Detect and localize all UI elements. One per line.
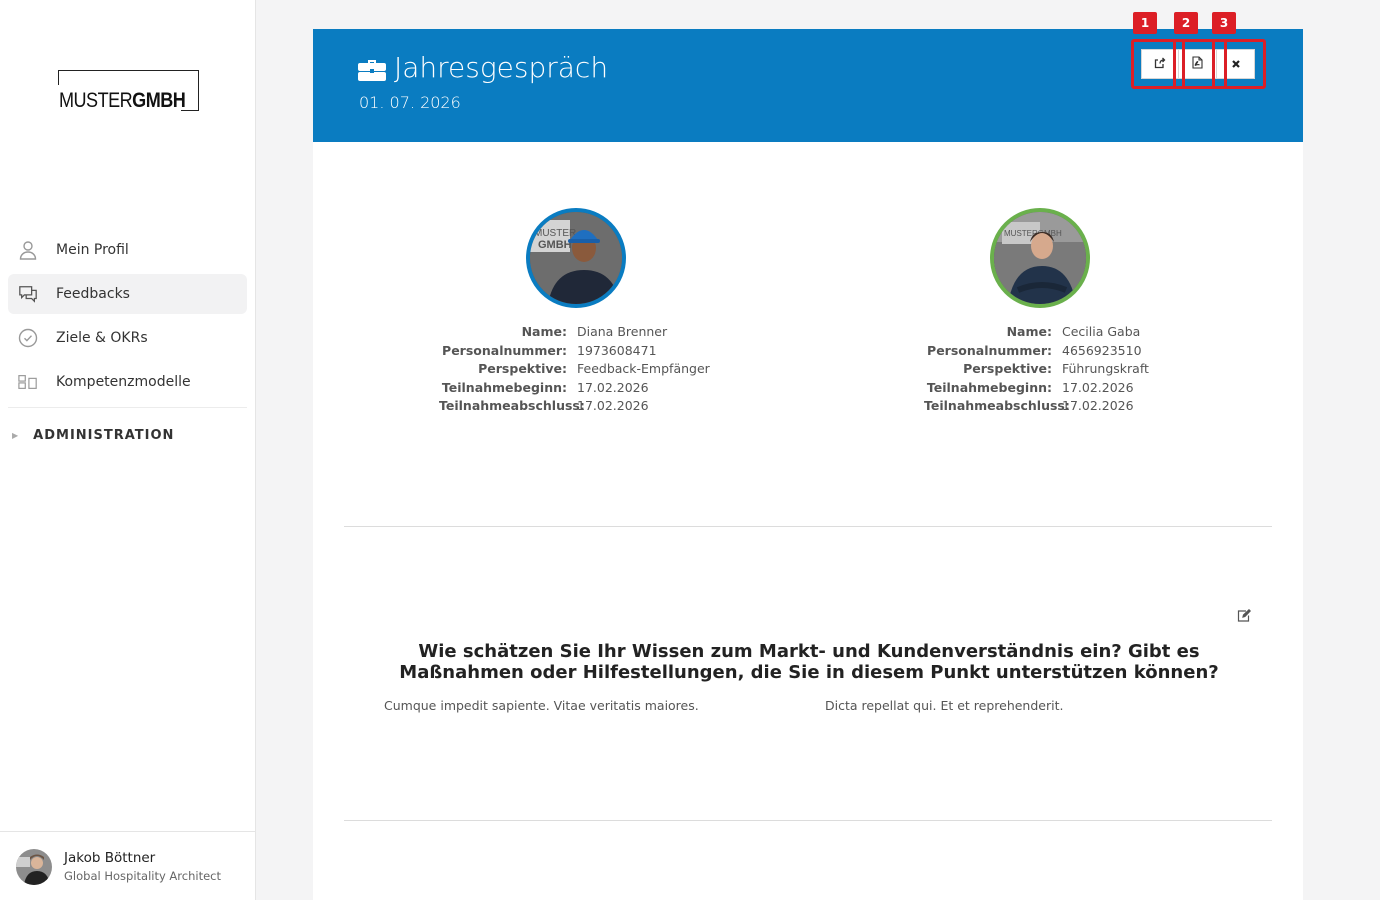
label-personnel-number: Personalnummer: bbox=[442, 342, 567, 358]
value-personnel-number: 4656923510 bbox=[1062, 342, 1142, 358]
administration-section-toggle[interactable]: ▶ ADMINISTRATION bbox=[12, 428, 174, 443]
chat-icon bbox=[18, 284, 38, 304]
value-perspective: Führungskraft bbox=[1062, 361, 1149, 376]
participant-info-left: Name: Diana Brenner Personalnummer: 197360… bbox=[439, 323, 710, 416]
svg-text:MUSTER: MUSTER bbox=[534, 228, 576, 239]
label-personnel-number: Personalnummer: bbox=[927, 342, 1052, 358]
company-logo[interactable]: MUSTERGMBH bbox=[58, 70, 200, 112]
value-end: 17.02.2026 bbox=[1062, 398, 1134, 413]
nav-item-label: Feedbacks bbox=[56, 286, 130, 302]
grid-icon bbox=[18, 372, 38, 392]
annotation-badge-2: 2 bbox=[1174, 12, 1198, 34]
svg-text:GMBH: GMBH bbox=[538, 239, 572, 251]
value-start: 17.02.2026 bbox=[1062, 379, 1134, 395]
nav-item-kompetenzmodelle[interactable]: Kompetenzmodelle bbox=[8, 362, 247, 402]
nav-item-label: Kompetenzmodelle bbox=[56, 374, 191, 390]
label-end: Teilnahmeabschluss: bbox=[924, 398, 1070, 413]
main-nav: Mein Profil Feedbacks Ziele & OKRs Kompe… bbox=[8, 230, 247, 406]
nav-item-ziele-okrs[interactable]: Ziele & OKRs bbox=[8, 318, 247, 358]
meeting-date: 01. 07. 2026 bbox=[359, 93, 461, 112]
highlight-box-3 bbox=[1212, 39, 1266, 89]
label-perspective: Perspektive: bbox=[963, 361, 1052, 376]
user-role: Global Hospitality Architect bbox=[64, 869, 221, 883]
value-end: 17.02.2026 bbox=[577, 398, 649, 413]
value-name: Cecilia Gaba bbox=[1062, 324, 1141, 339]
avatar bbox=[16, 849, 52, 885]
value-start: 17.02.2026 bbox=[577, 379, 649, 395]
answer-left: Cumque impedit sapiente. Vitae veritatis… bbox=[384, 698, 699, 713]
logo-text-bold: GMBH bbox=[132, 89, 186, 112]
nav-item-feedbacks[interactable]: Feedbacks bbox=[8, 274, 247, 314]
administration-label: ADMINISTRATION bbox=[33, 428, 175, 443]
nav-divider bbox=[8, 407, 247, 408]
user-name: Jakob Böttner bbox=[64, 850, 156, 866]
sidebar: MUSTERGMBH Mein Profil Feedbacks Ziele &… bbox=[0, 0, 256, 900]
caret-right-icon: ▶ bbox=[12, 431, 20, 440]
nav-item-label: Ziele & OKRs bbox=[56, 330, 148, 346]
label-name: Name: bbox=[521, 324, 567, 339]
current-user[interactable]: Jakob Böttner Global Hospitality Archite… bbox=[0, 831, 255, 900]
nav-item-label: Mein Profil bbox=[56, 242, 129, 258]
participant-photo-right: MUSTERGMBH bbox=[990, 208, 1090, 308]
logo-text-light: MUSTER bbox=[59, 89, 133, 112]
edit-icon[interactable] bbox=[1237, 607, 1252, 626]
page-title-text: Jahresgespräch bbox=[394, 51, 609, 84]
label-start: Teilnahmebeginn: bbox=[926, 379, 1052, 395]
check-circle-icon bbox=[18, 328, 38, 348]
section-divider bbox=[344, 526, 1272, 527]
participant-info-right: Name: Cecilia Gaba Personalnummer: 4656923… bbox=[924, 323, 1149, 416]
annotation-badge-3: 3 bbox=[1212, 12, 1236, 34]
nav-item-mein-profil[interactable]: Mein Profil bbox=[8, 230, 247, 270]
section-divider bbox=[344, 820, 1272, 821]
user-icon bbox=[18, 240, 38, 260]
answer-right: Dicta repellat qui. Et et reprehenderit. bbox=[825, 698, 1064, 713]
label-start: Teilnahmebeginn: bbox=[441, 379, 567, 395]
participant-photo-left: MUSTER GMBH bbox=[526, 208, 626, 308]
label-name: Name: bbox=[1006, 324, 1052, 339]
briefcase-icon bbox=[358, 56, 386, 81]
page-title: Jahresgespräch bbox=[358, 51, 608, 84]
value-personnel-number: 1973608471 bbox=[577, 342, 657, 358]
label-end: Teilnahmeabschluss: bbox=[439, 398, 585, 413]
question-text: Wie schätzen Sie Ihr Wissen zum Markt- u… bbox=[399, 641, 1219, 683]
feedback-detail-card: Jahresgespräch 01. 07. 2026 1 2 3 MUSTER… bbox=[313, 12, 1303, 900]
label-perspective: Perspektive: bbox=[478, 361, 567, 376]
annotation-badge-1: 1 bbox=[1133, 12, 1157, 34]
value-name: Diana Brenner bbox=[577, 324, 668, 339]
value-perspective: Feedback-Empfänger bbox=[577, 361, 710, 376]
